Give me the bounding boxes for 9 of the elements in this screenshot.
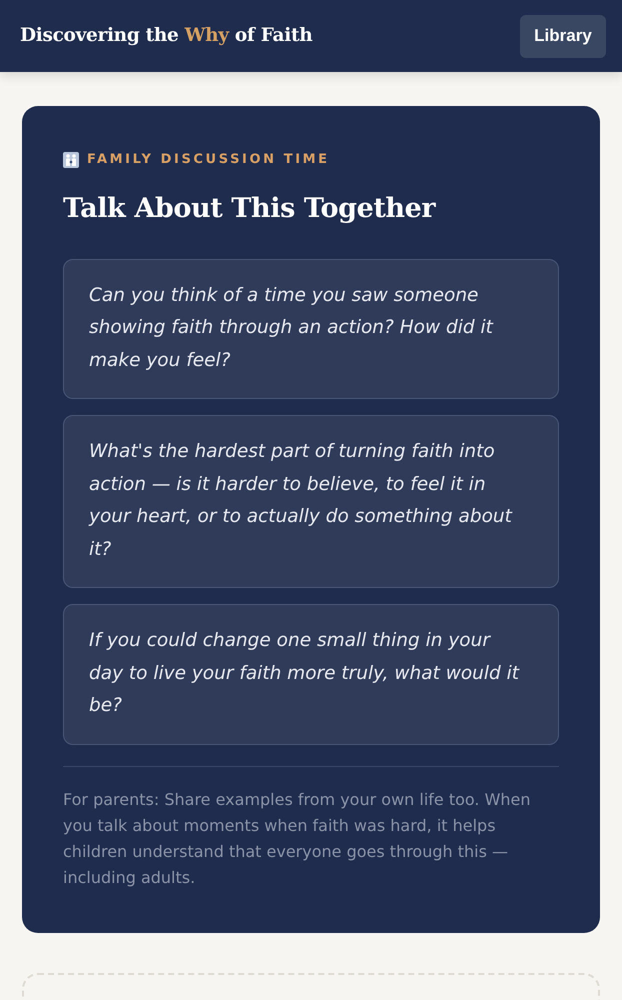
question-text: If you could change one small thing in your day to live your faith more truly, what would it be?	[89, 629, 520, 718]
question-text: Can you think of a time you saw someone showing faith through an action? How did it make you feel?	[89, 284, 494, 372]
section-label: FAMILY DISCUSSION TIME	[87, 151, 330, 169]
library-button[interactable]: Library	[520, 14, 606, 58]
site-title: Discovering the Why of Faith	[20, 24, 312, 48]
question-text: What's the hardest part of turning faith into action — is it harder to believe, to feel it in your heart, or to actually do something about it?	[89, 440, 514, 562]
parent-note: For parents: Share examples from your own life too. When you talk about moments when faith was hard, it helps children understand that everyone goes through this — including adults.	[63, 788, 532, 888]
section-heading: Talk About This Together	[63, 192, 437, 226]
family-icon	[63, 152, 79, 168]
